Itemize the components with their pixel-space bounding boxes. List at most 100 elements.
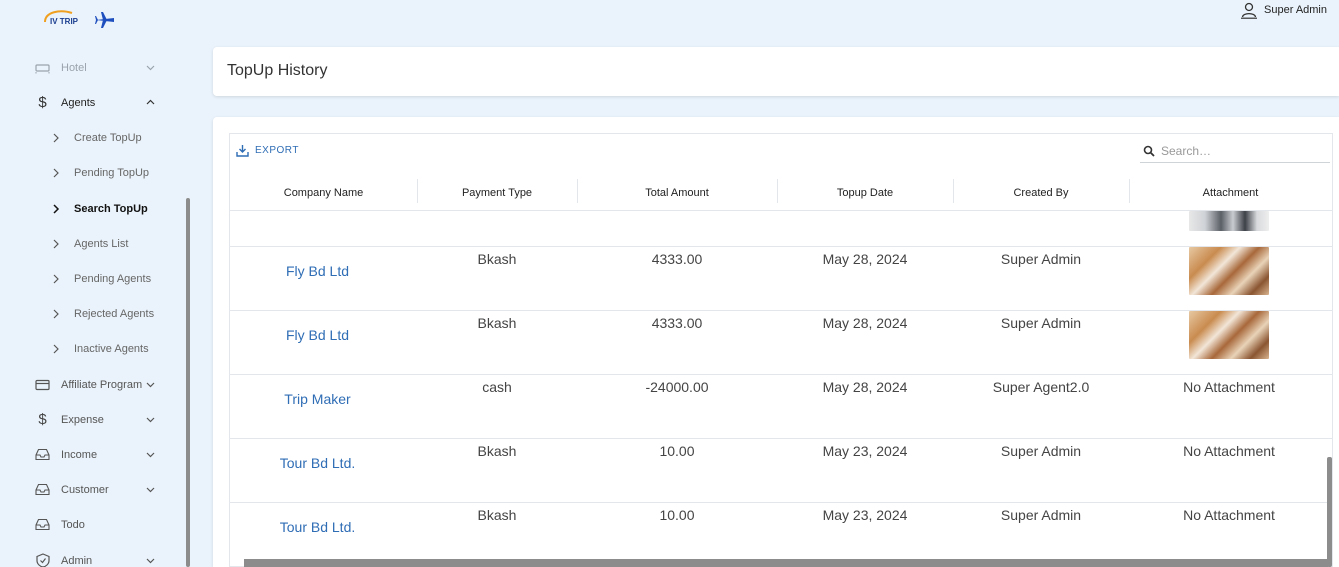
sidebar-item-todo[interactable]: Todo [0, 507, 170, 542]
dollar-icon: $ [38, 94, 47, 111]
chevron-right-icon [53, 168, 59, 177]
table-row[interactable]: Tour Bd Ltd. Bkash 10.00 May 23, 2024 Super … [230, 503, 1332, 566]
created-by-cell: Super Admin [1000, 251, 1082, 267]
shield-icon [35, 553, 50, 567]
sidebar-sub-pending-agents[interactable]: Pending Agents [0, 261, 170, 296]
topup-date-cell: May 28, 2024 [822, 315, 908, 331]
sidebar-item-customer[interactable]: Customer [0, 472, 170, 507]
total-amount-cell: 4333.00 [651, 251, 703, 267]
payment-type-cell: Bkash [477, 251, 517, 267]
plane-icon [95, 12, 114, 28]
created-by-cell: Super Admin [1000, 315, 1082, 331]
column-header-attachment[interactable]: Attachment [1129, 174, 1332, 211]
chevron-right-icon [53, 133, 59, 142]
table-row[interactable]: Fly Bd Ltd Bkash 4333.00 May 28, 2024 Super … [230, 247, 1332, 311]
column-header-total-amount[interactable]: Total Amount [577, 174, 777, 211]
total-amount-cell: 10.00 [659, 507, 695, 523]
export-button[interactable]: EXPORT [236, 144, 299, 157]
column-header-payment-type[interactable]: Payment Type [417, 174, 577, 211]
chevron-right-icon [53, 309, 59, 318]
chevron-down-icon [146, 558, 155, 564]
search-icon [1143, 145, 1155, 157]
sidebar-sub-search-topup[interactable]: Search TopUp [0, 191, 170, 226]
company-name-cell[interactable]: Tour Bd Ltd. [230, 519, 405, 535]
sidebar-item-hotel[interactable]: Hotel [0, 50, 170, 85]
inbox-icon [35, 482, 50, 497]
company-name-cell[interactable]: Trip Maker [230, 391, 405, 407]
topup-date-cell: May 23, 2024 [822, 443, 908, 459]
chevron-right-icon [53, 274, 59, 283]
company-name-cell[interactable]: Fly Bd Ltd [230, 327, 405, 343]
sidebar-sub-create-topup[interactable]: Create TopUp [0, 120, 170, 155]
company-name-cell[interactable]: Tour Bd Ltd. [230, 455, 405, 471]
topup-table: EXPORT Company Name Payment Type Total A… [229, 133, 1333, 567]
search-input[interactable] [1161, 144, 1321, 158]
search-field[interactable] [1140, 140, 1330, 163]
column-header-topup-date[interactable]: Topup Date [777, 174, 953, 211]
total-amount-cell: 4333.00 [651, 315, 703, 331]
created-by-cell: Super Admin [1000, 507, 1082, 523]
attachment-cell: No Attachment [1183, 379, 1275, 395]
topup-date-cell: May 23, 2024 [822, 507, 908, 523]
user-menu[interactable]: Super Admin [1240, 0, 1327, 20]
card-icon [35, 377, 50, 392]
table-row[interactable]: Fly Bd Ltd Bkash 4333.00 May 28, 2024 Super … [230, 311, 1332, 375]
created-by-cell: Super Admin [1000, 443, 1082, 459]
chevron-down-icon [146, 417, 155, 423]
svg-text:IV TRIP: IV TRIP [50, 17, 79, 26]
user-name: Super Admin [1264, 4, 1327, 16]
page-title: TopUp History [227, 62, 328, 79]
payment-type-cell: Bkash [477, 315, 517, 331]
payment-type-cell: Bkash [477, 443, 517, 459]
total-amount-cell: 10.00 [659, 443, 695, 459]
total-amount-cell: -24000.00 [645, 379, 709, 395]
attachment-thumbnail[interactable] [1189, 211, 1269, 231]
sidebar-item-affiliate-program[interactable]: Affiliate Program [0, 367, 170, 402]
vertical-scrollbar[interactable] [1327, 457, 1332, 567]
chevron-down-icon [146, 382, 155, 388]
table-row[interactable]: Tour Bd Ltd. Bkash 10.00 May 23, 2024 Super … [230, 439, 1332, 503]
topup-date-cell: May 28, 2024 [822, 251, 908, 267]
table-row[interactable]: Trip Maker cash -24000.00 May 28, 2024 Super… [230, 375, 1332, 439]
table-toolbar: EXPORT [230, 134, 1332, 174]
dollar-icon: $ [38, 411, 47, 428]
attachment-cell: No Attachment [1183, 443, 1275, 459]
sidebar-sub-inactive-agents[interactable]: Inactive Agents [0, 331, 170, 366]
payment-type-cell: Bkash [477, 507, 517, 523]
page-header: TopUp History [213, 47, 1339, 96]
inbox-icon [35, 447, 50, 462]
table-row [230, 211, 1332, 247]
attachment-cell: No Attachment [1183, 507, 1275, 523]
chevron-right-icon [53, 239, 59, 248]
payment-type-cell: cash [482, 379, 512, 395]
sidebar-item-agents[interactable]: $ Agents [0, 85, 170, 120]
table-header: Company Name Payment Type Total Amount T… [230, 174, 1332, 211]
sidebar-sub-agents-list[interactable]: Agents List [0, 226, 170, 261]
sidebar-item-income[interactable]: Income [0, 437, 170, 472]
chevron-up-icon [146, 99, 155, 105]
topup-date-cell: May 28, 2024 [822, 379, 908, 395]
chevron-down-icon [146, 487, 155, 493]
created-by-cell: Super Agent2.0 [992, 379, 1090, 395]
attachment-thumbnail[interactable] [1189, 311, 1269, 359]
user-icon [1241, 2, 1258, 19]
bed-icon [35, 60, 50, 75]
sidebar-item-admin[interactable]: Admin [0, 543, 170, 567]
horizontal-scrollbar[interactable] [244, 559, 1328, 567]
logo[interactable]: IV TRIP [42, 8, 88, 32]
column-header-created-by[interactable]: Created By [953, 174, 1129, 211]
sidebar-sub-rejected-agents[interactable]: Rejected Agents [0, 296, 170, 331]
company-name-cell[interactable]: Fly Bd Ltd [230, 263, 405, 279]
sidebar-item-expense[interactable]: $ Expense [0, 402, 170, 437]
inbox-icon [35, 517, 50, 532]
chevron-right-icon [53, 344, 59, 353]
table-body: Fly Bd Ltd Bkash 4333.00 May 28, 2024 Super … [230, 211, 1332, 566]
sidebar-sub-pending-topup[interactable]: Pending TopUp [0, 155, 170, 190]
attachment-thumbnail[interactable] [1189, 247, 1269, 295]
chevron-right-icon [53, 203, 60, 214]
download-icon [236, 145, 249, 157]
chevron-down-icon [146, 452, 155, 458]
column-header-company-name[interactable]: Company Name [230, 174, 417, 211]
top-bar: IV TRIP Super Admin [0, 0, 1339, 40]
sidebar-scrollbar[interactable] [186, 198, 190, 567]
